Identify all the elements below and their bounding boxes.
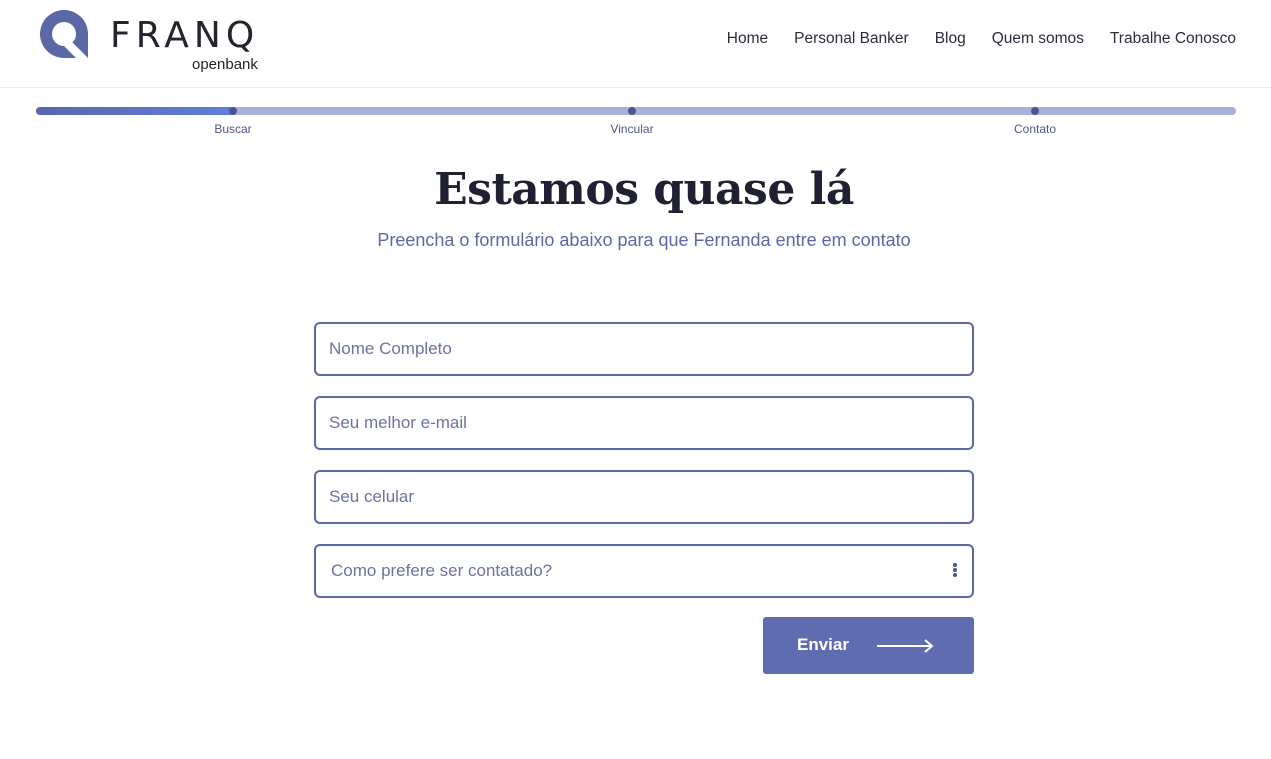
step-label-contato: Contato (1013, 122, 1057, 136)
step-label-buscar: Buscar (214, 122, 252, 136)
nav-item-quem-somos[interactable]: Quem somos (992, 29, 1084, 49)
nav-item-trabalhe-conosco[interactable]: Trabalhe Conosco (1110, 29, 1236, 49)
contact-preference-value: Como prefere ser contatado? (331, 561, 553, 580)
main-nav: Home Personal Banker Blog Quem somos Tra… (727, 29, 1236, 49)
step-dot-buscar (229, 107, 237, 115)
arrow-right-icon (877, 639, 934, 653)
nav-item-home[interactable]: Home (727, 29, 768, 49)
site-header: FRANQ openbank Home Personal Banker Blog… (0, 0, 1271, 88)
submit-button[interactable]: Enviar (763, 617, 974, 674)
submit-label: Enviar (797, 635, 849, 654)
brand-logo[interactable]: FRANQ openbank (38, 8, 268, 74)
step-dot-contato (1031, 107, 1039, 115)
brand-tagline: openbank (192, 56, 258, 73)
email-input[interactable] (316, 398, 972, 448)
contact-preference-select[interactable]: Como prefere ser contatado? (314, 544, 974, 598)
nav-item-blog[interactable]: Blog (935, 29, 966, 49)
name-input[interactable] (316, 324, 972, 374)
name-field (314, 322, 974, 376)
page-title: Estamos quase lá (434, 164, 854, 215)
step-dot-vincular (628, 107, 636, 115)
phone-field (314, 470, 974, 524)
kebab-icon (952, 563, 958, 579)
page-subtitle: Preencha o formulário abaixo para que Fe… (377, 230, 911, 250)
franq-logo-icon (40, 10, 88, 58)
progress-fill (36, 107, 234, 115)
email-field (314, 396, 974, 450)
step-progress-bar (36, 107, 1236, 115)
phone-input[interactable] (316, 472, 972, 522)
nav-item-personal-banker[interactable]: Personal Banker (794, 29, 909, 49)
brand-name: FRANQ (110, 15, 260, 56)
step-label-vincular: Vincular (610, 122, 654, 136)
